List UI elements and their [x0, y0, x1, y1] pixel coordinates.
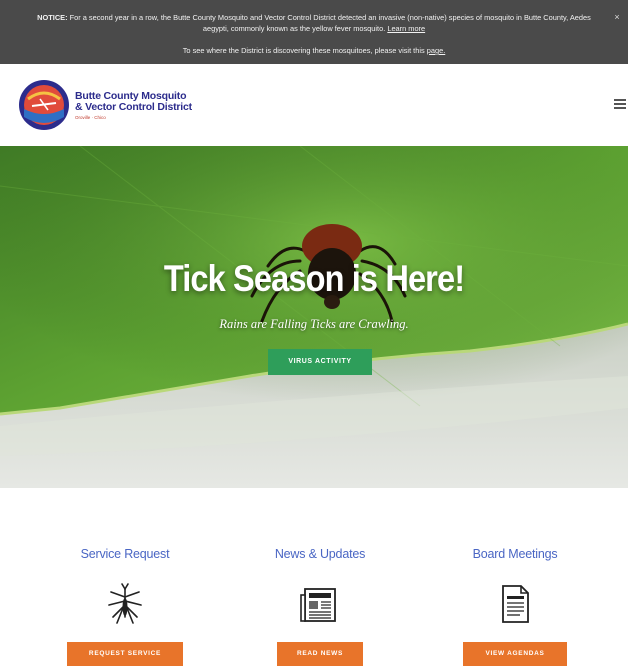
notice-bar: NOTICE: For a second year in a row, the …: [0, 0, 628, 64]
request-service-button[interactable]: REQUEST SERVICE: [67, 642, 183, 666]
district-logo[interactable]: [18, 79, 70, 131]
notice-text: For a second year in a row, the Butte Co…: [69, 13, 591, 33]
features-section: Service Request REQUEST SERVICE News & U…: [0, 488, 628, 667]
read-news-button[interactable]: READ NEWS: [277, 642, 363, 666]
notice-line-2: To see where the District is discovering…: [28, 45, 600, 56]
feature-title[interactable]: News & Updates: [235, 547, 405, 561]
feature-title[interactable]: Service Request: [40, 547, 210, 561]
view-agendas-button[interactable]: VIEW AGENDAS: [463, 642, 567, 666]
notice-line2-text: To see where the District is discovering…: [182, 46, 425, 55]
brand-subtitle: Oroville · Chico: [75, 115, 106, 120]
newspaper-icon: [300, 588, 336, 622]
notice-label: NOTICE:: [37, 13, 68, 22]
mosquito-icon: [108, 583, 142, 624]
feature-board-meetings: Board Meetings VIEW AGENDAS: [430, 488, 600, 667]
brand-name-line2: & Vector Control District: [75, 101, 192, 113]
feature-news-updates: News & Updates READ NEWS: [235, 488, 405, 667]
feature-service-request: Service Request REQUEST SERVICE: [40, 488, 210, 667]
notice-learn-more-link[interactable]: Learn more: [387, 24, 425, 33]
site-header: Butte County Mosquito & Vector Control D…: [0, 64, 628, 146]
hero-subtitle: Rains are Falling Ticks are Crawling.: [219, 317, 409, 331]
notice-page-link[interactable]: page.: [427, 46, 446, 55]
menu-icon[interactable]: [614, 99, 626, 109]
feature-title[interactable]: Board Meetings: [430, 547, 600, 561]
hero-title: Tick Season is Here!: [163, 258, 465, 299]
notice-close-button[interactable]: ×: [612, 12, 622, 22]
document-icon: [502, 585, 529, 623]
brand[interactable]: Butte County Mosquito & Vector Control D…: [75, 91, 192, 121]
notice-line-1: NOTICE: For a second year in a row, the …: [28, 12, 600, 34]
hero-banner: Tick Season is Here! Rains are Falling T…: [0, 146, 628, 488]
virus-activity-button[interactable]: VIRUS ACTIVITY: [268, 349, 372, 375]
